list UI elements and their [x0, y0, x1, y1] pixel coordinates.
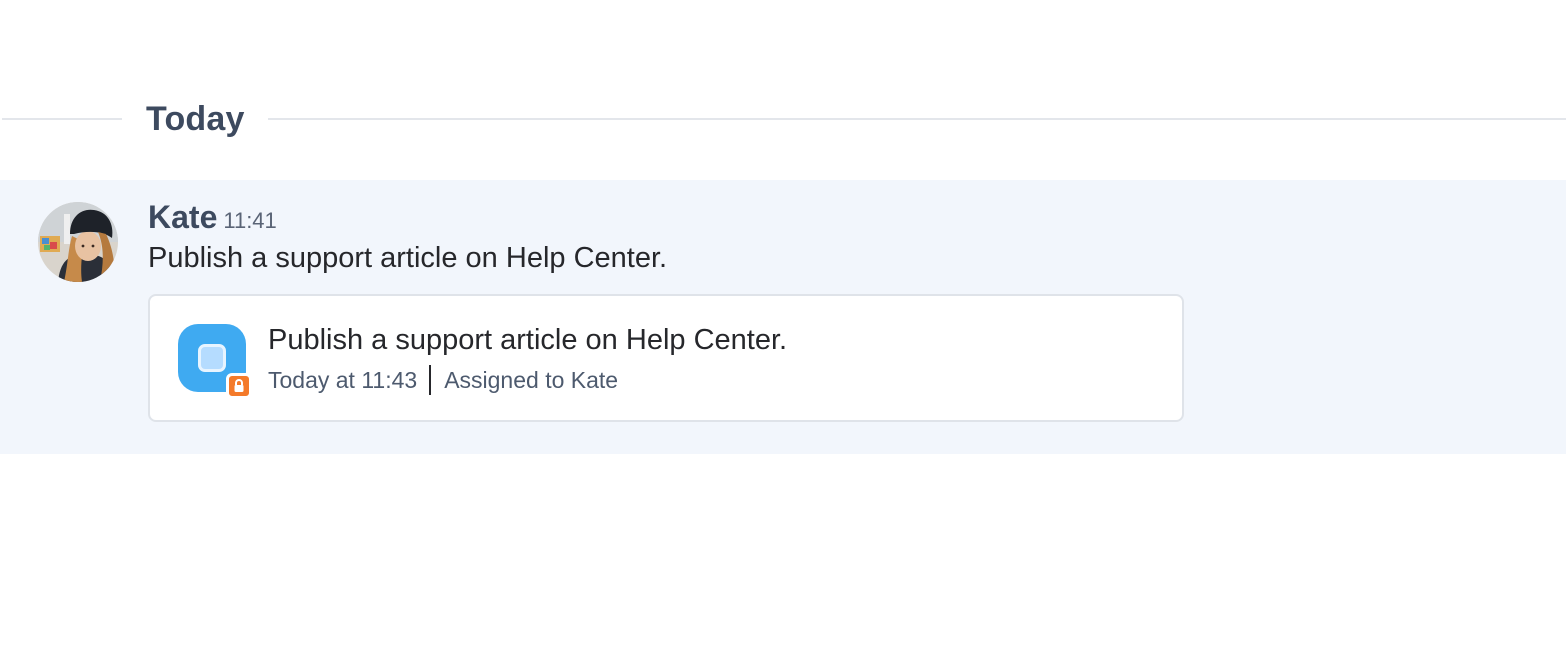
task-assignee: Assigned to Kate: [444, 367, 619, 393]
avatar[interactable]: [38, 202, 118, 282]
author-name[interactable]: Kate: [148, 199, 217, 235]
checkbox-icon: [198, 344, 226, 372]
task-meta: Today at 11:43 Assigned to Kate: [268, 364, 618, 396]
message-header: Kate 11:41: [148, 198, 277, 238]
divider-line-left: [2, 118, 122, 120]
divider-line-right: [268, 118, 1566, 120]
message-timestamp: 11:41: [223, 208, 277, 233]
message-text: Publish a support article on Help Center…: [148, 242, 668, 274]
meta-separator: [429, 365, 432, 395]
task-card[interactable]: Publish a support article on Help Center…: [148, 294, 1184, 422]
task-date: Today at 11:43: [268, 367, 418, 393]
task-title[interactable]: Publish a support article on Help Center…: [268, 320, 787, 360]
chat-message[interactable]: Kate 11:41 Publish a support article on H…: [0, 180, 1566, 454]
day-divider: Today: [0, 96, 1566, 142]
day-divider-label: Today: [146, 100, 245, 138]
task-checkbox-icon: [178, 324, 252, 399]
lock-icon: [226, 373, 252, 399]
